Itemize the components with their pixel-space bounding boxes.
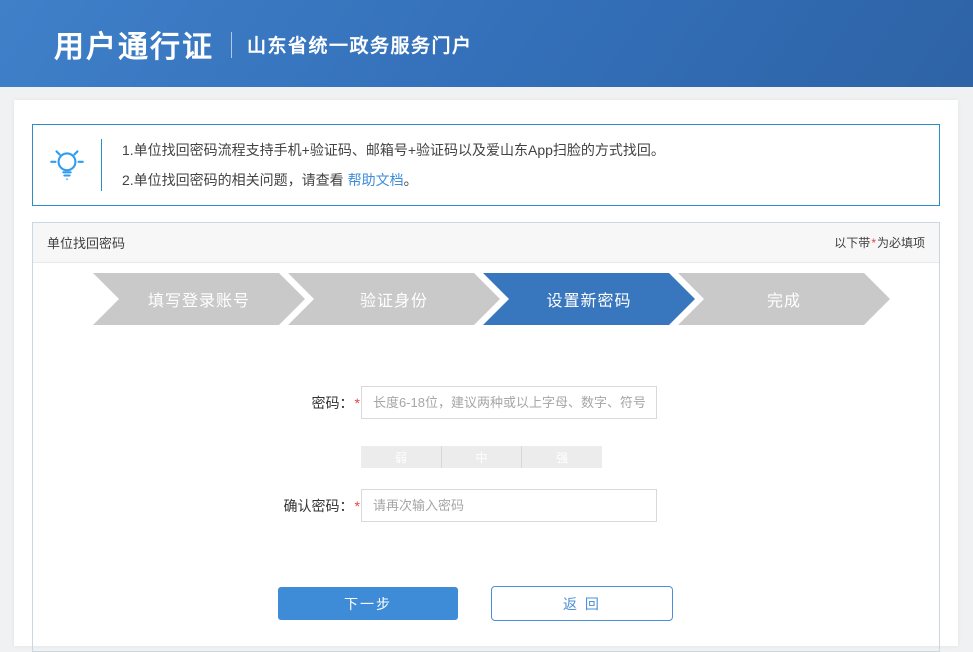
help-doc-link[interactable]: 帮助文档 [348,172,404,188]
required-star: * [354,395,361,411]
next-step-button[interactable]: 下一步 [278,587,458,620]
notice-line-1: 1.单位找回密码流程支持手机+验证码、邮箱号+验证码以及爱山东App扫脸的方式找… [122,135,665,165]
lightbulb-icon [33,144,101,186]
password-label: 密码：* [33,393,361,413]
confirm-password-row: 确认密码：* [33,489,939,522]
notice-line-2: 2.单位找回密码的相关问题，请查看 帮助文档。 [122,165,665,195]
notice-box: 1.单位找回密码流程支持手机+验证码、邮箱号+验证码以及爱山东App扫脸的方式找… [32,124,940,206]
step-verify-identity: 验证身份 [288,273,500,325]
strength-weak: 弱 [361,446,441,468]
title-divider [231,32,232,58]
step-fill-account: 填写登录账号 [93,273,305,325]
content-card: 1.单位找回密码流程支持手机+验证码、邮箱号+验证码以及爱山东App扫脸的方式找… [14,100,958,646]
required-fields-note: 以下带*为必填项 [834,234,925,251]
site-header: 用户通行证 山东省统一政务服务门户 [0,0,973,87]
back-button[interactable]: 返 回 [491,586,673,621]
step-complete: 完成 [678,273,890,325]
password-strength-meter: 弱 中 强 [361,446,602,468]
panel-title: 单位找回密码 [47,233,125,252]
confirm-password-input[interactable] [361,489,657,522]
notice-text: 1.单位找回密码流程支持手机+验证码、邮箱号+验证码以及爱山东App扫脸的方式找… [102,135,685,195]
confirm-password-label: 确认密码：* [33,496,361,516]
required-star: * [354,498,361,514]
step-set-new-password: 设置新密码 [483,273,695,325]
site-title: 用户通行证 [54,22,214,66]
required-star: * [870,236,877,250]
strength-medium: 中 [441,446,522,468]
step-progress-bar: 填写登录账号 验证身份 设置新密码 完成 [33,273,939,325]
password-input[interactable] [361,386,657,419]
strength-strong: 强 [521,446,602,468]
panel-header: 单位找回密码 以下带*为必填项 [33,223,939,263]
password-recovery-panel: 单位找回密码 以下带*为必填项 填写登录账号 验证身份 设置新密码 完成 密码：… [32,222,940,652]
form-buttons: 下一步 返 回 [278,586,939,621]
site-subtitle: 山东省统一政务服务门户 [247,31,473,58]
password-row: 密码：* [33,386,939,419]
